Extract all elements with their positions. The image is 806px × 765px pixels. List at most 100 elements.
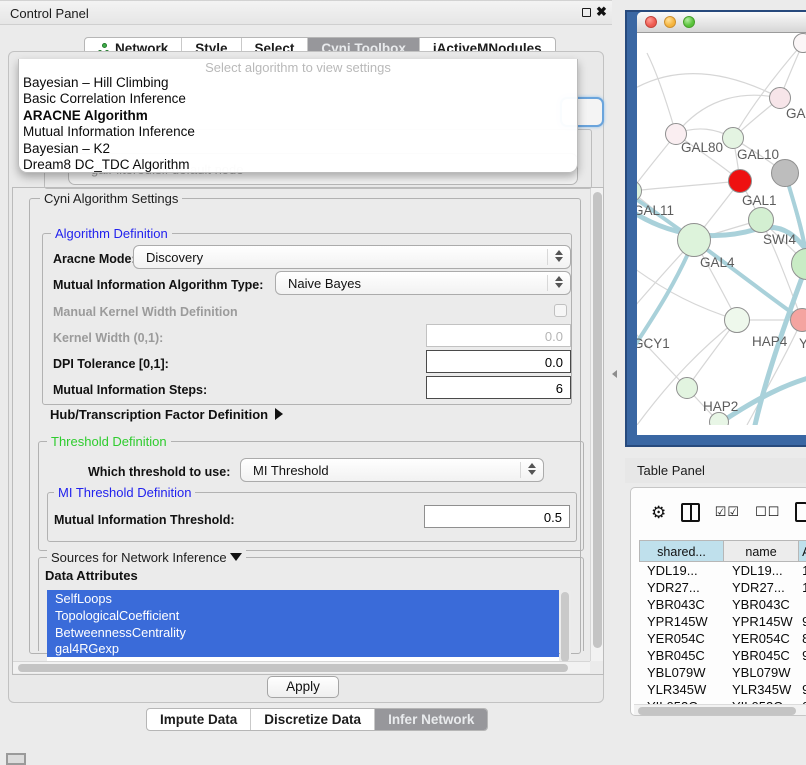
deselect-all-icon[interactable]: ☐☐ [755,504,780,520]
table-row[interactable]: YBR045C YBR045C 9. [639,647,806,664]
network-node[interactable] [637,180,642,202]
network-node[interactable] [676,377,698,399]
cell-value: 9. [799,647,806,664]
tab-impute-data[interactable]: Impute Data [147,709,251,730]
cell-value: 8. [799,630,806,647]
mi-algorithm-type-combo[interactable]: Naive Bayes [275,271,571,295]
expand-arrow-icon[interactable] [275,408,283,420]
mi-algorithm-type-value: Naive Bayes [288,276,361,291]
close-window-icon[interactable] [645,16,657,28]
table-row[interactable]: YDR27... YDR27... 12 [639,579,806,596]
kernel-width-field[interactable]: 0.0 [426,324,571,347]
mi-steps-label: Mutual Information Steps: [53,383,207,397]
network-node-label: GAL11 [637,203,674,218]
algorithm-popup-item[interactable]: Mutual Information Inference [19,123,577,139]
cell-shared-name: YBR043C [639,596,724,613]
combo-stepper-icon [554,276,563,288]
network-node-label: GAL10 [737,147,779,162]
network-node-label: HAP4 [752,334,787,349]
mi-threshold-field[interactable]: 0.5 [424,505,570,528]
network-node[interactable] [728,169,752,193]
manual-kernel-width-checkbox[interactable] [554,304,567,317]
table-row[interactable]: YBL079W YBL079W [639,664,806,681]
data-attribute-item[interactable]: BetweennessCentrality [47,624,559,641]
table-row[interactable]: YPR145W YPR145W 9. [639,613,806,630]
cell-value: 13 [799,562,806,579]
column-header-name[interactable]: name [724,540,799,562]
tab-infer-network-label: Infer Network [388,712,474,727]
dpi-tolerance-label: DPI Tolerance [0,1]: [53,357,169,371]
network-node[interactable] [722,127,744,149]
close-panel-icon[interactable]: ✖ [596,4,607,20]
which-threshold-combo[interactable]: MI Threshold [240,458,544,482]
column-header-partial[interactable]: A [799,540,806,562]
collapse-arrow-icon[interactable] [230,553,242,561]
network-nodes-layer: GALGAL80GAL10GAL1GAL11SWI4GAL4GCY1HAP4YH… [637,33,806,425]
network-node[interactable] [793,33,806,53]
network-node[interactable] [791,248,806,280]
aracne-mode-combo[interactable]: Discovery [133,245,571,269]
gear-icon[interactable]: ⚙ [651,504,666,521]
settings-horizontal-scrollbar[interactable] [13,661,590,673]
float-window-icon[interactable] [582,8,591,17]
network-node-label: GAL1 [742,193,777,208]
split-columns-icon[interactable] [681,503,700,522]
node-table: shared... name A YDL19... YDL19... 13 YD… [639,540,806,715]
cell-shared-name: YDR27... [639,579,724,596]
network-node[interactable] [771,159,799,187]
column-header-shared-name[interactable]: shared... [639,540,724,562]
algorithm-popup-item[interactable]: Dream8 DC_TDC Algorithm [19,156,577,172]
panel-splitter-handle[interactable] [612,370,617,378]
network-node-label: GCY1 [637,336,670,351]
cell-name: YER054C [724,630,799,647]
network-node[interactable] [709,412,729,425]
settings-vertical-scrollbar[interactable] [590,188,603,661]
algorithm-popup-item[interactable]: Bayesian – Hill Climbing [19,74,577,90]
table-row[interactable]: YER054C YER054C 8. [639,630,806,647]
network-node[interactable] [748,207,774,233]
network-node[interactable] [677,223,711,257]
hub-tf-definition-label[interactable]: Hub/Transcription Factor Definition [50,407,283,422]
network-canvas[interactable]: GALGAL80GAL10GAL1GAL11SWI4GAL4GCY1HAP4YH… [637,33,806,425]
cyni-algorithm-settings-group: Cyni Algorithm Settings Algorithm Defini… [29,198,581,654]
network-window-frame: GALGAL80GAL10GAL1GAL11SWI4GAL4GCY1HAP4YH… [625,10,806,447]
threshold-definition-group: Threshold Definition Which threshold to … [38,441,584,551]
mi-threshold-group-title: MI Threshold Definition [54,485,195,500]
cell-shared-name: YLR345W [639,681,724,698]
data-attribute-item[interactable]: SelfLoops [47,590,559,607]
tab-discretize-data[interactable]: Discretize Data [251,709,375,730]
cell-shared-name: YBR045C [639,647,724,664]
table-horizontal-scrollbar[interactable] [634,704,806,716]
table-row[interactable]: YLR345W YLR345W 9. [639,681,806,698]
apply-button[interactable]: Apply [267,676,339,698]
data-attribute-item[interactable]: TopologicalCoefficient [47,607,559,624]
mi-algorithm-type-label: Mutual Information Algorithm Type: [53,278,263,292]
dpi-tolerance-field[interactable]: 0.0 [426,350,571,373]
network-window: GALGAL80GAL10GAL1GAL11SWI4GAL4GCY1HAP4YH… [637,12,806,435]
cell-name: YBR043C [724,596,799,613]
mi-steps-field[interactable]: 6 [426,376,571,399]
network-node-label: GAL [786,106,806,121]
kernel-width-label: Kernel Width (0,1): [53,331,163,345]
data-attribute-item[interactable]: gal4RGexp [47,640,559,657]
algorithm-popup-item[interactable]: ARACNE Algorithm [19,107,577,123]
control-panel-titlebar: Control Panel ✖ [0,1,612,25]
export-table-icon[interactable] [795,502,806,522]
network-node[interactable] [724,307,750,333]
table-row[interactable]: YBR043C YBR043C [639,596,806,613]
tab-infer-network[interactable]: Infer Network [375,709,487,730]
aracne-mode-label: Aracne Mode: [53,252,136,266]
zoom-window-icon[interactable] [683,16,695,28]
cell-shared-name: YPR145W [639,613,724,630]
algorithm-popup-item[interactable]: Bayesian – K2 [19,140,577,156]
docked-mini-icon[interactable] [6,753,26,765]
network-node[interactable] [790,308,806,332]
cyni-algorithm-settings-title: Cyni Algorithm Settings [40,191,182,206]
minimize-window-icon[interactable] [664,16,676,28]
network-window-titlebar[interactable] [637,12,806,33]
table-row[interactable]: YDL19... YDL19... 13 [639,562,806,579]
select-all-icon[interactable]: ☑☑ [715,504,740,520]
algorithm-popup-item[interactable]: Basic Correlation Inference [19,90,577,106]
cell-value [799,664,806,681]
attributes-scrollbar[interactable] [560,591,571,664]
